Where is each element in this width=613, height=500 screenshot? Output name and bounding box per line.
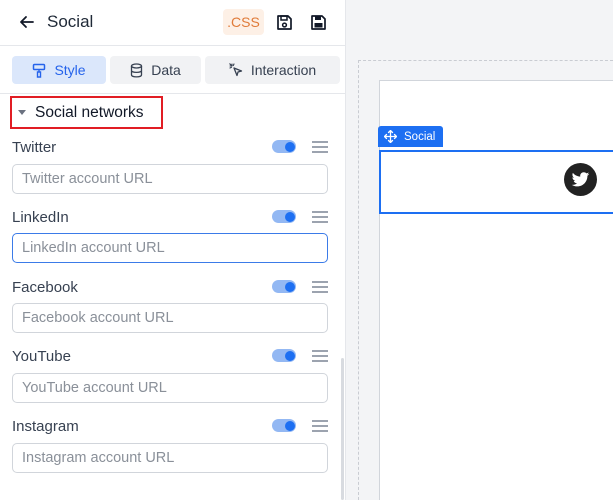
instagram-label: Instagram [12, 418, 79, 435]
twitter-drag-handle-icon[interactable] [312, 141, 328, 153]
save-button[interactable] [273, 11, 295, 33]
save-as-button[interactable] [307, 11, 329, 33]
linkedin-drag-handle-icon[interactable] [312, 211, 328, 223]
linkedin-toggle[interactable] [272, 210, 296, 223]
linkedin-url-input[interactable] [12, 233, 328, 263]
tab-data-label: Data [151, 62, 181, 78]
pointer-click-icon [229, 63, 242, 77]
twitter-url-input[interactable] [12, 164, 328, 194]
panel-header: Social .CSS [0, 0, 346, 46]
tab-interaction[interactable]: Interaction [205, 56, 340, 84]
tab-style[interactable]: Style [12, 56, 106, 84]
youtube-toggle[interactable] [272, 349, 296, 362]
tab-interaction-label: Interaction [250, 62, 317, 78]
twitter-label: Twitter [12, 139, 57, 156]
section-title: Social networks [35, 103, 144, 121]
database-icon [131, 62, 143, 78]
toggle-knob [285, 141, 295, 152]
facebook-toggle[interactable] [272, 280, 296, 293]
widget-tag-label: Social [404, 130, 436, 143]
panel-title: Social [47, 12, 94, 31]
move-arrows-icon [384, 130, 397, 143]
facebook-url-input[interactable] [12, 303, 328, 333]
twitter-icon [571, 171, 590, 186]
panel-tabs: Style Data Interaction [0, 46, 346, 94]
floppy-disk-filled-icon [310, 14, 326, 30]
youtube-url-input[interactable] [12, 373, 328, 403]
instagram-drag-handle-icon[interactable] [312, 420, 328, 432]
linkedin-label: LinkedIn [12, 209, 69, 226]
paint-roller-icon [33, 63, 46, 78]
panel-scrollbar[interactable] [341, 358, 344, 500]
youtube-drag-handle-icon[interactable] [312, 350, 328, 362]
widget-tag[interactable]: Social [378, 126, 444, 147]
arrow-left-icon [20, 16, 34, 28]
toggle-knob [285, 350, 295, 361]
twitter-toggle[interactable] [272, 140, 296, 153]
css-button[interactable]: .CSS [223, 9, 264, 35]
twitter-link[interactable] [564, 163, 597, 196]
caret-down-icon [18, 110, 26, 115]
toggle-knob [285, 420, 295, 431]
tab-style-label: Style [54, 62, 86, 78]
instagram-url-input[interactable] [12, 443, 328, 473]
section-social-networks[interactable]: Social networks [10, 96, 163, 129]
toggle-knob [285, 211, 295, 222]
instagram-toggle[interactable] [272, 419, 296, 432]
back-button[interactable] [16, 11, 38, 33]
tab-data[interactable]: Data [110, 56, 201, 84]
settings-panel: Social .CSS Style Data Interaction Socia… [0, 0, 346, 500]
facebook-drag-handle-icon[interactable] [312, 281, 328, 293]
floppy-disk-icon [276, 14, 292, 30]
youtube-label: YouTube [12, 348, 71, 365]
app-root: Social .CSS Style Data Interaction Socia… [0, 0, 613, 500]
toggle-knob [285, 281, 295, 292]
facebook-label: Facebook [12, 279, 78, 296]
